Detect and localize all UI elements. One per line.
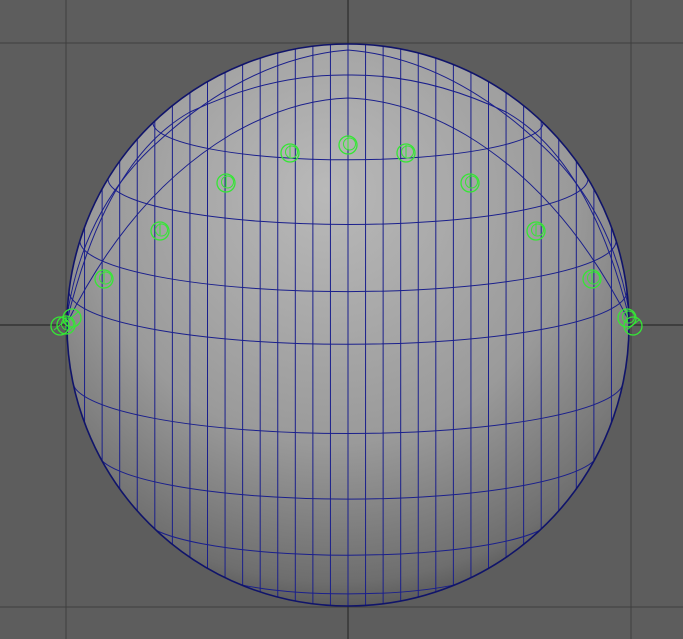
sphere-object[interactable] [66,43,631,607]
viewport-canvas[interactable] [0,0,683,639]
maya-viewport[interactable] [0,0,683,639]
